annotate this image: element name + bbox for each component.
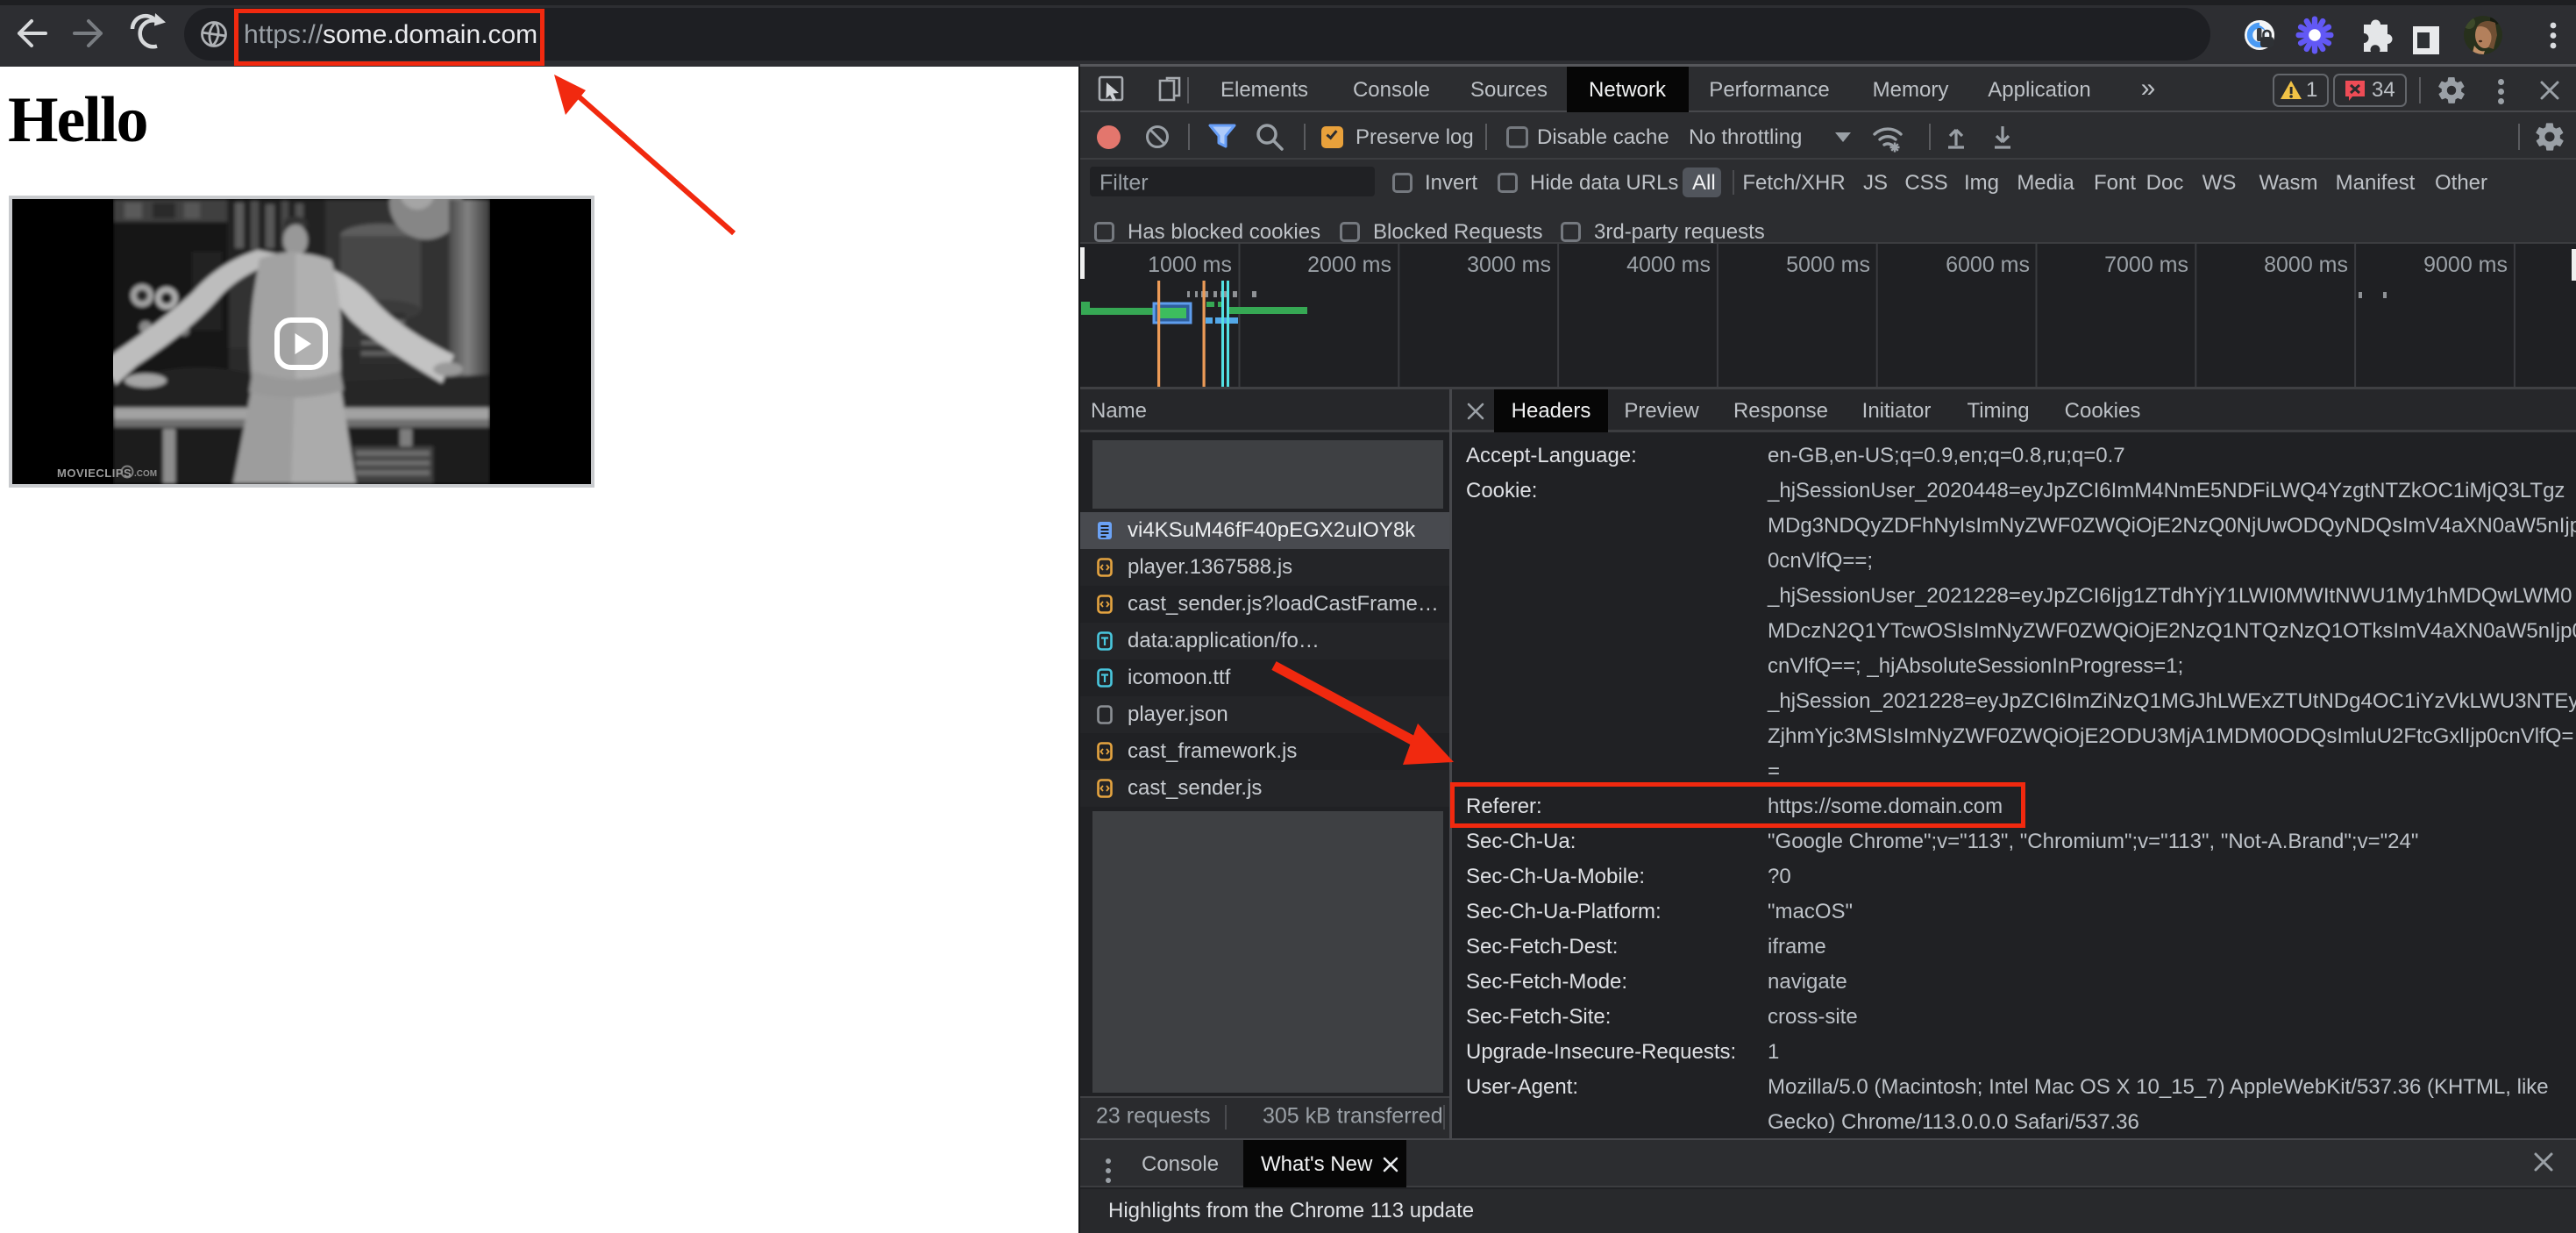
svg-text:2000 ms: 2000 ms	[1307, 253, 1391, 277]
svg-text:7000 ms: 7000 ms	[2104, 253, 2188, 277]
svg-text:8000 ms: 8000 ms	[2264, 253, 2348, 277]
svg-text:6000 ms: 6000 ms	[1946, 253, 2030, 277]
svg-text:.COM: .COM	[134, 469, 157, 479]
svg-text:1000 ms: 1000 ms	[1148, 253, 1232, 277]
svg-text:5000 ms: 5000 ms	[1786, 253, 1870, 277]
svg-text:MOVIECLIPS: MOVIECLIPS	[57, 467, 132, 480]
svg-text:9000 ms: 9000 ms	[2423, 253, 2508, 277]
svg-text:3000 ms: 3000 ms	[1467, 253, 1551, 277]
svg-text:4000 ms: 4000 ms	[1626, 253, 1711, 277]
